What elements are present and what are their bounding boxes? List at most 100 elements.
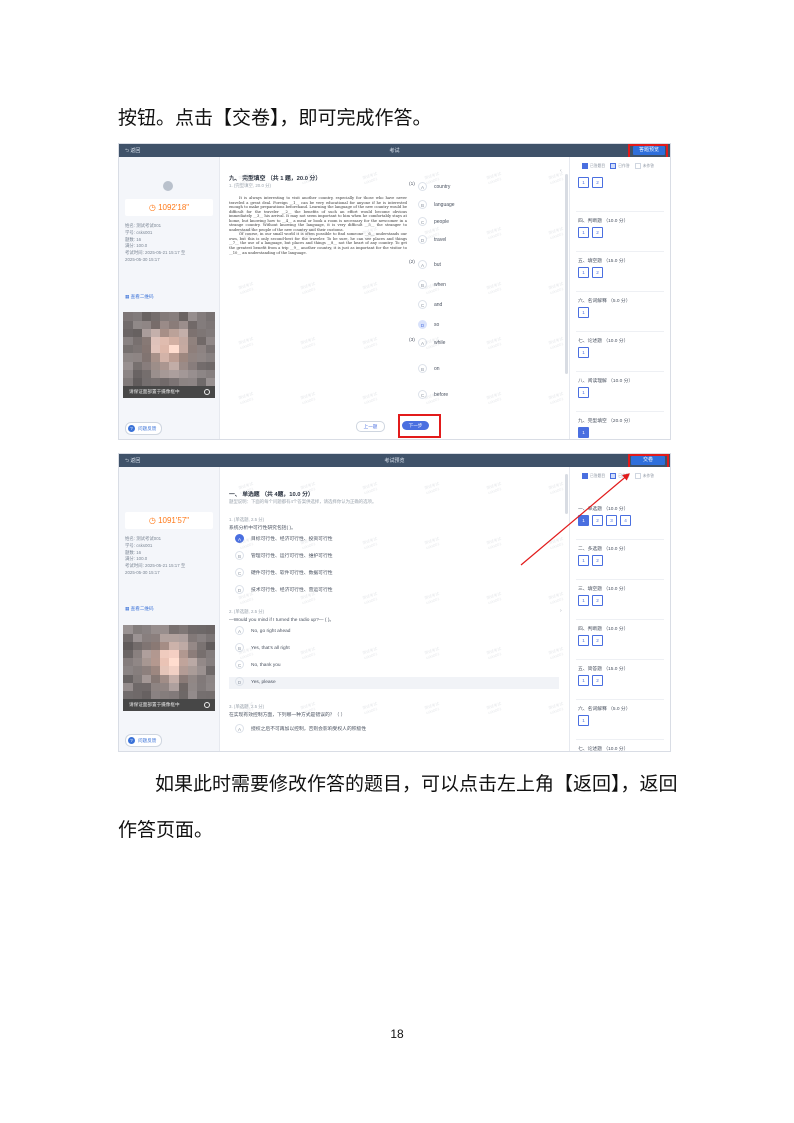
option-letter: D xyxy=(235,585,244,595)
question-type-title: 七、论述题 （10.0 分） xyxy=(578,339,629,344)
refresh-icon[interactable] xyxy=(204,389,210,395)
camera-pixel xyxy=(205,361,215,370)
camera-pixel xyxy=(123,353,133,362)
answer-option[interactable]: Abut xyxy=(418,260,441,271)
watermark: 测试考试 csks001 xyxy=(485,336,503,351)
camera-pixel xyxy=(178,344,188,354)
option-text: when xyxy=(434,282,446,288)
answer-option[interactable]: Blanguage xyxy=(418,199,455,211)
answer-option[interactable]: A 授权之后不可再加以控制，否则会影响受权人的积极性 xyxy=(229,724,559,736)
option-letter: D xyxy=(418,234,427,244)
question-nav-box[interactable]: 1 xyxy=(578,307,589,318)
question-nav-box[interactable]: 1 xyxy=(578,347,589,358)
camera-pixel xyxy=(187,344,198,354)
answer-option[interactable]: Cbefore xyxy=(418,390,448,401)
camera-pixel xyxy=(169,353,179,362)
scrollbar[interactable] xyxy=(565,174,568,374)
answer-option[interactable]: Acountry xyxy=(418,182,450,193)
answer-option[interactable]: Dso xyxy=(418,320,439,331)
blank-number: (1) xyxy=(409,182,415,187)
answer-option[interactable]: Bon xyxy=(418,364,440,375)
camera-pixel xyxy=(196,369,207,379)
question-nav-box[interactable]: 2 xyxy=(592,177,603,188)
camera-pixel xyxy=(141,361,152,370)
answer-option[interactable]: Cpeople xyxy=(418,217,449,228)
question-nav-box[interactable]: 1 xyxy=(578,177,589,188)
answer-option[interactable]: Bwhen xyxy=(418,280,446,291)
watermark: 测试考试 csks001 xyxy=(237,281,255,296)
qr-code-link[interactable]: ▦ 查看二维码 xyxy=(125,294,154,300)
option-text: 管理可行性、运行可行性、维护可行性 xyxy=(251,554,333,559)
watermark: 测试考试 csks001 xyxy=(547,391,565,406)
divider xyxy=(576,371,664,372)
answer-option[interactable]: B 管理可行性、运行可行性、维护可行性 xyxy=(229,551,559,563)
option-text: Yes, that’s all right xyxy=(251,646,290,651)
camera-pixel xyxy=(196,353,207,362)
camera-pixel xyxy=(178,369,188,379)
top-bar: ⮌ 返回 考试 答题预览 xyxy=(119,144,670,157)
option-letter: A xyxy=(235,724,244,734)
camera-pixel xyxy=(169,336,179,346)
answer-option[interactable]: Awhile xyxy=(418,338,445,349)
answer-option[interactable]: C No, thank you xyxy=(229,660,559,672)
camera-pixel xyxy=(205,336,215,346)
camera-pixel xyxy=(123,328,133,338)
watermark: 测试考试 csks001 xyxy=(299,336,317,351)
done-swatch xyxy=(610,163,617,169)
camera-pixel xyxy=(205,369,215,379)
camera-pixel xyxy=(150,328,161,338)
answer-option[interactable]: Dtravel xyxy=(418,234,446,246)
option-text: No, thank you xyxy=(251,663,281,668)
camera-pixel xyxy=(141,353,152,362)
question-nav-box[interactable]: 2 xyxy=(592,267,603,278)
answer-option[interactable]: A No, go right ahead xyxy=(229,626,559,638)
question-nav-box[interactable]: 2 xyxy=(592,227,603,238)
camera-pixel xyxy=(205,320,215,329)
question-type-title: 六、名词解释 （5.0 分） xyxy=(578,299,631,304)
paragraph-bottom-line2: 作答页面。 xyxy=(118,819,214,841)
option-text: so xyxy=(434,322,440,328)
camera-pixel xyxy=(169,312,179,321)
answer-option[interactable]: A 目标可行性、经济可行性、投资可行性 xyxy=(229,534,559,546)
watermark: 测试考试 csks001 xyxy=(237,391,255,406)
question-stem: 系统分析中可行性研究包括( )。 xyxy=(229,526,296,531)
question-nav-box[interactable]: 1 xyxy=(578,427,589,438)
watermark: 测试考试 csks001 xyxy=(547,336,565,351)
option-text: 授权之后不可再加以控制，否则会影响受权人的积极性 xyxy=(251,727,367,732)
answered-swatch xyxy=(582,163,588,169)
answer-option[interactable]: D Yes, please xyxy=(229,677,559,689)
answer-option[interactable]: B Yes, that’s all right xyxy=(229,643,559,655)
option-letter: B xyxy=(235,643,244,653)
camera-pixel xyxy=(159,361,170,370)
option-text: language xyxy=(434,201,455,208)
question-type-title: 五、填空题 （15.0 分） xyxy=(578,259,629,264)
answer-option[interactable]: D 技术可行性、经济可行性、营运可行性 xyxy=(229,585,559,597)
question-meta: 3. (单选题, 2.5 分) xyxy=(229,704,265,709)
answer-option[interactable]: C 硬件可行性、软件可行性、数据可行性 xyxy=(229,568,559,580)
camera-pixel xyxy=(196,336,207,346)
prev-question-button[interactable]: 上一题 xyxy=(356,421,385,432)
question-icon: ? xyxy=(128,425,135,433)
camera-pixel xyxy=(150,344,161,354)
camera-pixel xyxy=(169,344,179,354)
option-letter: B xyxy=(418,364,427,374)
option-letter: D xyxy=(235,677,244,687)
camera-pixel xyxy=(159,336,170,346)
camera-pixel xyxy=(150,312,161,321)
option-letter: D xyxy=(418,320,427,330)
question-nav-box[interactable]: 1 xyxy=(578,267,589,278)
paragraph-top: 按钮。点击【交卷】，即可完成作答。 xyxy=(118,107,432,129)
answer-option[interactable]: Cand xyxy=(418,300,442,311)
camera-pixel xyxy=(205,377,215,387)
watermark: 测试考试 csks001 xyxy=(547,281,565,296)
camera-pixel xyxy=(187,312,198,321)
camera-pixel xyxy=(187,361,198,370)
watermark: 测试考试 csks001 xyxy=(547,226,565,241)
question-nav-box[interactable]: 1 xyxy=(578,227,589,238)
feedback-button[interactable]: ? 问题反馈 xyxy=(125,422,163,435)
question-meta: 1. (完型填空, 20.0 分) xyxy=(229,183,271,188)
camera-pixel xyxy=(178,377,188,387)
question-nav-box[interactable]: 1 xyxy=(578,387,589,398)
camera-pixel xyxy=(141,336,152,346)
paragraph-bottom-line1: 如果此时需要修改作答的题目，可以点击左上角【返回】，返回 xyxy=(155,773,678,795)
